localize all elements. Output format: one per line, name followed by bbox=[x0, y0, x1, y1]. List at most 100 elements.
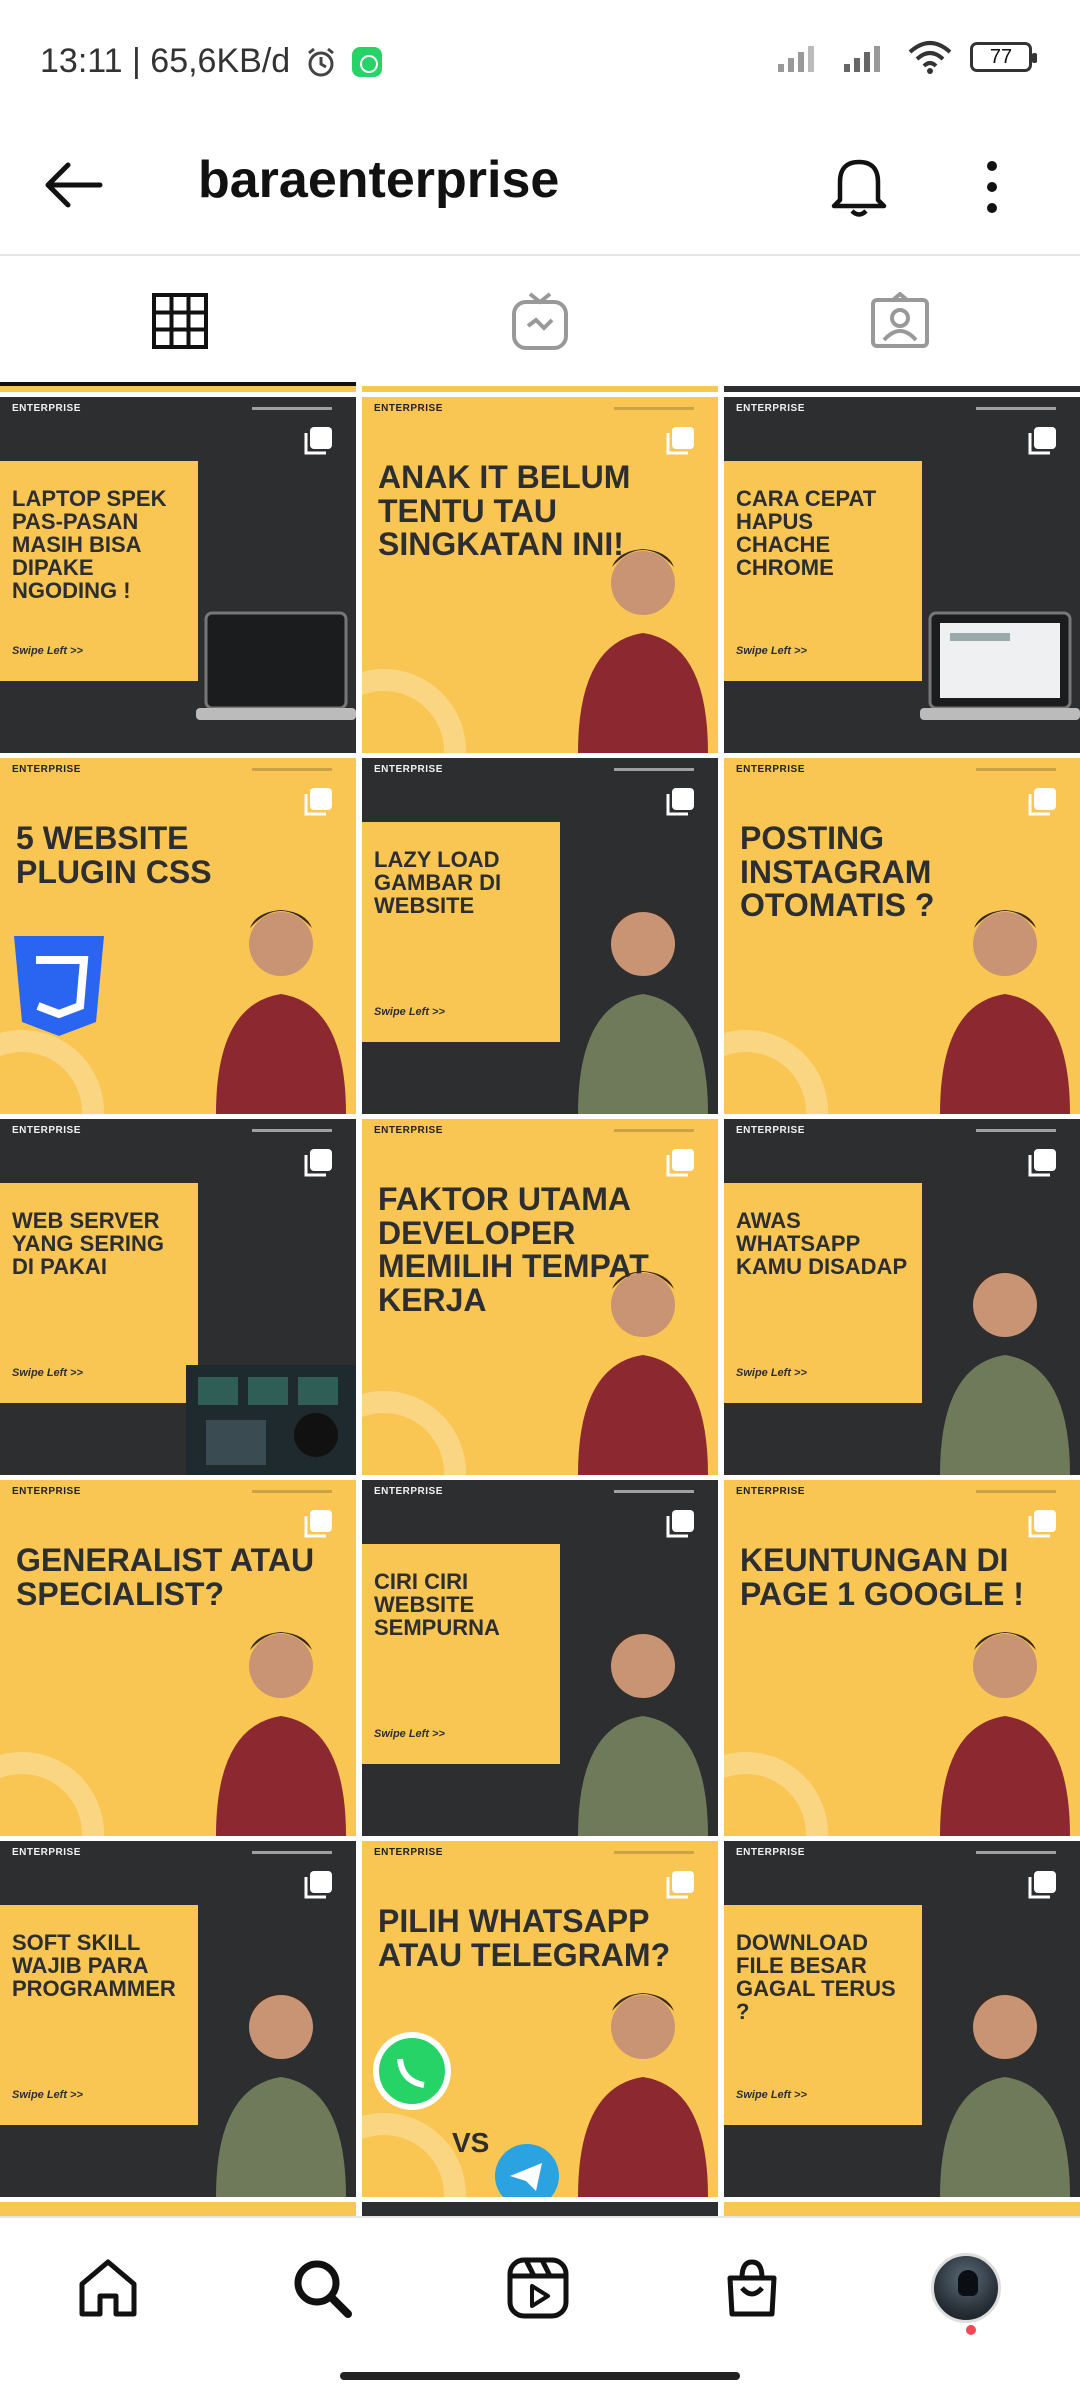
post-tile[interactable]: ENTERPRISE CIRI CIRI WEBSITE SEMPURNA Swip… bbox=[362, 1480, 718, 1836]
person-image bbox=[578, 1271, 708, 1475]
post-brand-label: ENTERPRISE bbox=[12, 764, 81, 775]
post-partial-bottom[interactable] bbox=[0, 2202, 356, 2216]
post-tile[interactable]: ENTERPRISE KEUNTUNGAN DI PAGE 1 GOOGLE ! bbox=[724, 1480, 1080, 1836]
person-image bbox=[216, 1632, 346, 1836]
post-brand-label: ENTERPRISE bbox=[374, 1847, 443, 1858]
post-top-bar bbox=[614, 407, 694, 410]
whatsapp-icon bbox=[352, 46, 383, 77]
profile-tabs bbox=[0, 256, 1080, 386]
post-brand-label: ENTERPRISE bbox=[736, 1125, 805, 1136]
post-top-bar bbox=[614, 1129, 694, 1132]
post-tile[interactable]: ENTERPRISE LAPTOP SPEK PAS-PASAN MASIH BI… bbox=[0, 397, 356, 753]
signal-icon bbox=[844, 46, 880, 72]
post-text-panel: LAZY LOAD GAMBAR DI WEBSITE Swipe Left >> bbox=[362, 822, 560, 1042]
nav-search[interactable] bbox=[286, 2252, 358, 2324]
nav-shop[interactable] bbox=[716, 2252, 788, 2324]
post-tile[interactable]: ENTERPRISE CARA CEPAT HAPUS CHACHE CHROME… bbox=[724, 397, 1080, 753]
carousel-icon bbox=[666, 1871, 694, 1899]
post-title: LAZY LOAD GAMBAR DI WEBSITE bbox=[374, 847, 502, 919]
carousel-icon bbox=[304, 1871, 332, 1899]
post-title: LAPTOP SPEK PAS-PASAN MASIH BISA DIPAKE … bbox=[12, 486, 167, 604]
search-icon bbox=[294, 2260, 352, 2318]
tab-tagged[interactable] bbox=[720, 256, 1080, 386]
nav-profile[interactable] bbox=[930, 2252, 1002, 2324]
post-tile[interactable]: ENTERPRISE LAZY LOAD GAMBAR DI WEBSITE Swi… bbox=[362, 758, 718, 1114]
carousel-icon bbox=[666, 1149, 694, 1177]
post-tile[interactable]: ENTERPRISE PILIH WHATSAPP ATAU TELEGRAM? V… bbox=[362, 1841, 718, 2197]
post-brand-label: ENTERPRISE bbox=[12, 1847, 81, 1858]
post-partial-top[interactable] bbox=[362, 386, 718, 392]
post-title: 5 WEBSITE PLUGIN CSS bbox=[16, 820, 212, 890]
vs-label: VS bbox=[452, 2127, 490, 2158]
post-top-bar bbox=[252, 1490, 332, 1493]
post-brand-label: ENTERPRISE bbox=[12, 403, 81, 414]
carousel-icon bbox=[1028, 427, 1056, 455]
person-image bbox=[578, 549, 708, 753]
post-top-bar bbox=[976, 1851, 1056, 1854]
post-tile[interactable]: ENTERPRISE GENERALIST ATAU SPECIALIST? bbox=[0, 1480, 356, 1836]
whatsapp-logo-icon bbox=[373, 2032, 451, 2110]
post-partial-top[interactable] bbox=[724, 386, 1080, 392]
post-swipe-hint: Swipe Left >> bbox=[736, 2089, 807, 2101]
post-brand-label: ENTERPRISE bbox=[736, 1847, 805, 1858]
post-top-bar bbox=[614, 768, 694, 771]
post-brand-label: ENTERPRISE bbox=[374, 1125, 443, 1136]
nav-reels[interactable] bbox=[502, 2252, 574, 2324]
post-text-panel: CARA CEPAT HAPUS CHACHE CHROME Swipe Left… bbox=[724, 461, 922, 681]
post-tile[interactable]: ENTERPRISE DOWNLOAD FILE BESAR GAGAL TERU… bbox=[724, 1841, 1080, 2197]
post-swipe-hint: Swipe Left >> bbox=[12, 1367, 83, 1379]
post-text-panel: SOFT SKILL WAJIB PARA PROGRAMMER Swipe Le… bbox=[0, 1905, 198, 2125]
bottom-nav bbox=[0, 2218, 1080, 2358]
post-tile[interactable]: ENTERPRISE POSTING INSTAGRAM OTOMATIS ? bbox=[724, 758, 1080, 1114]
post-partial-top[interactable] bbox=[0, 386, 356, 392]
tab-grid[interactable] bbox=[0, 256, 360, 386]
person-image bbox=[216, 910, 346, 1114]
decorative-arc bbox=[724, 1030, 828, 1114]
post-tile[interactable]: ENTERPRISE SOFT SKILL WAJIB PARA PROGRAMM… bbox=[0, 1841, 356, 2197]
wifi-icon bbox=[908, 41, 952, 74]
post-brand-label: ENTERPRISE bbox=[12, 1486, 81, 1497]
post-top-bar bbox=[976, 768, 1056, 771]
post-text-panel: CIRI CIRI WEBSITE SEMPURNA Swipe Left >> bbox=[362, 1544, 560, 1764]
post-partial-bottom[interactable] bbox=[362, 2202, 718, 2216]
person-image bbox=[578, 910, 708, 1114]
carousel-icon bbox=[1028, 1871, 1056, 1899]
decorative-arc bbox=[362, 669, 466, 753]
post-swipe-hint: Swipe Left >> bbox=[374, 1006, 445, 1018]
battery-icon: 77 bbox=[970, 42, 1037, 72]
more-vertical-icon[interactable] bbox=[970, 150, 1014, 224]
post-tile[interactable]: ENTERPRISE 5 WEBSITE PLUGIN CSS bbox=[0, 758, 356, 1114]
carousel-icon bbox=[1028, 1149, 1056, 1177]
post-brand-label: ENTERPRISE bbox=[374, 764, 443, 775]
post-top-bar bbox=[976, 1490, 1056, 1493]
home-indicator[interactable] bbox=[340, 2372, 740, 2380]
post-tile[interactable]: ENTERPRISE WEB SERVER YANG SERING DI PAKA… bbox=[0, 1119, 356, 1475]
post-text-panel: LAPTOP SPEK PAS-PASAN MASIH BISA DIPAKE … bbox=[0, 461, 198, 681]
post-tile[interactable]: ENTERPRISE FAKTOR UTAMA DEVELOPER MEMILIH… bbox=[362, 1119, 718, 1475]
tagged-icon bbox=[871, 292, 929, 348]
post-title: AWAS WHATSAPP KAMU DISADAP bbox=[736, 1208, 908, 1280]
reels-icon bbox=[507, 2257, 569, 2319]
post-text-panel: WEB SERVER YANG SERING DI PAKAI Swipe Lef… bbox=[0, 1183, 198, 1403]
carousel-icon bbox=[1028, 1510, 1056, 1538]
post-tile[interactable]: ENTERPRISE AWAS WHATSAPP KAMU DISADAP Swip… bbox=[724, 1119, 1080, 1475]
alarm-icon bbox=[308, 47, 335, 76]
carousel-icon bbox=[1028, 788, 1056, 816]
status-left: 13:11 | 65,6KB/d bbox=[40, 42, 383, 81]
person-image bbox=[578, 1632, 708, 1836]
decorative-arc bbox=[362, 1391, 466, 1475]
nav-home[interactable] bbox=[72, 2252, 144, 2324]
post-swipe-hint: Swipe Left >> bbox=[12, 2089, 83, 2101]
profile-header: baraenterprise bbox=[0, 110, 1080, 255]
decorative-arc bbox=[724, 1752, 828, 1836]
post-top-bar bbox=[614, 1490, 694, 1493]
bell-icon[interactable] bbox=[822, 148, 896, 222]
server-room-image bbox=[186, 1365, 356, 1475]
laptop-image bbox=[920, 611, 1080, 720]
post-title: CARA CEPAT HAPUS CHACHE CHROME bbox=[736, 486, 877, 581]
post-tile[interactable]: ENTERPRISE ANAK IT BELUM TENTU TAU SINGKA… bbox=[362, 397, 718, 753]
tab-igtv[interactable] bbox=[360, 256, 720, 386]
post-partial-bottom[interactable] bbox=[724, 2202, 1080, 2216]
post-top-bar bbox=[614, 1851, 694, 1854]
back-arrow-icon[interactable] bbox=[38, 150, 108, 220]
